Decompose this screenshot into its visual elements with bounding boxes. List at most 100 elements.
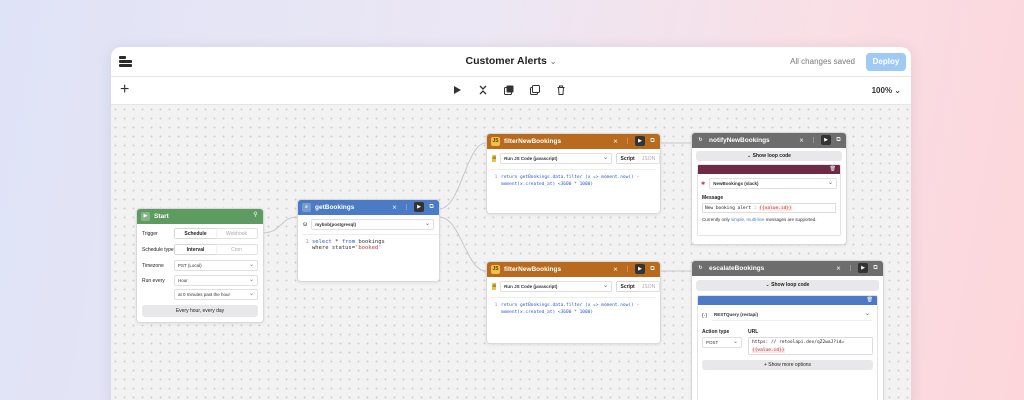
run-icon[interactable] (451, 83, 463, 95)
schedule-type-label: Schedule type (142, 246, 174, 253)
option-interval[interactable]: Interval (175, 245, 216, 254)
code-text: where status= (312, 245, 356, 251)
js-editor[interactable]: 1 return getBookings.data.filter (x => mo… (491, 169, 656, 188)
action-type-select[interactable]: POST (702, 337, 742, 348)
toolbar: + 100% ⌄ (111, 77, 911, 105)
tab-json[interactable]: JSON (638, 154, 659, 163)
trash-icon[interactable]: 🗑 (867, 297, 873, 303)
show-loop-code-button[interactable]: ⌄ Show loop code (696, 280, 879, 291)
tab-webhook[interactable]: Webhook (216, 229, 257, 238)
collapse-icon[interactable]: ⨯ (390, 204, 399, 211)
add-block-icon[interactable]: + (120, 81, 129, 99)
run-every-select[interactable]: Hour (174, 275, 258, 286)
get-bookings-block[interactable]: ⌕ getBookings ⨯⋮▶⧉ ⛁ mybnb(postgresql) 1… (297, 199, 440, 282)
timezone-select[interactable]: PST (Local) (174, 260, 258, 271)
minutes-select[interactable]: at 0 minutes past the hour (174, 289, 258, 300)
more-icon[interactable]: ⋮ (809, 137, 818, 144)
more-icon[interactable]: ⋮ (402, 204, 411, 211)
search-icon: ⌕ (302, 203, 311, 212)
expand-icon[interactable]: ⧉ (871, 265, 880, 272)
run-icon[interactable]: ▶ (635, 136, 645, 146)
resource-select[interactable]: mybnb(postgresql) (311, 219, 434, 230)
more-icon[interactable]: ⋮ (623, 266, 632, 273)
run-icon[interactable]: ▶ (635, 264, 645, 274)
workflow-canvas[interactable]: ▶ Start ⚲ Trigger Schedule Webhook Schedu… (111, 105, 911, 400)
js-icon: JS (492, 283, 497, 290)
sql-editor[interactable]: 1 select * from bookings where status='bo… (302, 234, 439, 281)
code-string: 'booked' (355, 245, 382, 251)
tab-script[interactable]: Script (617, 154, 639, 163)
zoom-level: 100% (871, 86, 893, 95)
note-text: Currently only (702, 217, 732, 222)
top-bar: Customer Alerts ⌄ All changes saved Deplo… (111, 47, 911, 77)
run-icon[interactable]: ▶ (414, 202, 424, 212)
expand-icon[interactable]: ⧉ (427, 204, 436, 211)
run-icon[interactable]: ▶ (821, 135, 831, 145)
expand-icon[interactable]: ⧉ (834, 137, 843, 144)
url-label: URL (748, 329, 759, 335)
note-text: messages are supported. (764, 217, 817, 222)
action-select[interactable]: Run JS Code (javascript) (500, 281, 613, 292)
js-editor[interactable]: 1 return getBookings.data.filter (x => mo… (491, 297, 656, 316)
run-icon[interactable]: ▶ (858, 263, 868, 273)
show-more-options-button[interactable]: + Show more options (702, 360, 873, 370)
pin-icon[interactable]: ⚲ (251, 211, 260, 218)
action-type-label: Action type (702, 329, 730, 335)
code-text: return getBookings.data.filter (x => mom… (501, 175, 640, 187)
url-variable: {{value.id}} (752, 348, 785, 353)
tab-script[interactable]: Script (617, 282, 639, 291)
escalate-header[interactable]: ↻ escalateBookings ⨯ ⋮ ▶ ⧉ (692, 261, 883, 276)
more-icon[interactable]: ⋮ (846, 265, 855, 272)
slack-sub-block[interactable]: 🗑 ✱ NewBookings (slack) Message New book… (697, 164, 841, 236)
deploy-button[interactable]: Deploy (866, 53, 906, 71)
filter-header[interactable]: JS filterNewBookings ⨯ ⋮ ▶ ⧉ (487, 262, 660, 277)
escalate-bookings-block[interactable]: ↻ escalateBookings ⨯ ⋮ ▶ ⧉ ⌄ Show loop code… (691, 260, 884, 400)
loop-icon: ↻ (698, 265, 703, 271)
message-text: New booking alert : (705, 206, 760, 211)
collapse-icon[interactable]: ⨯ (834, 265, 843, 272)
rest-sub-block[interactable]: 🗑 {·} RESTQuery (restapi) Action type PO… (697, 295, 878, 400)
duplicate-icon[interactable] (503, 83, 515, 95)
api-icon: {·} (702, 312, 708, 319)
expand-icon[interactable]: ⧉ (648, 266, 657, 273)
note-link[interactable]: simple, multi-line (731, 217, 765, 222)
filter-new-bookings-block-2[interactable]: JS filterNewBookings ⨯ ⋮ ▶ ⧉ JS Run JS Code… (486, 261, 661, 344)
rest-sub-header: 🗑 (698, 296, 877, 305)
start-header[interactable]: ▶ Start ⚲ (137, 209, 263, 224)
more-icon[interactable]: ⋮ (623, 138, 632, 145)
notify-new-bookings-block[interactable]: ↻ notifyNewBookings ⨯ ⋮ ▶ ⧉ ⌄ Show loop cod… (691, 132, 847, 245)
delete-icon[interactable] (555, 83, 567, 95)
filter-header[interactable]: JS filterNewBookings ⨯ ⋮ ▶ ⧉ (487, 134, 660, 149)
app-window: Customer Alerts ⌄ All changes saved Deplo… (111, 47, 911, 400)
filter-new-bookings-block-1[interactable]: JS filterNewBookings ⨯ ⋮ ▶ ⧉ JS Run JS Code… (486, 133, 661, 214)
option-cron[interactable]: Cron (216, 245, 257, 254)
chevron-down-icon: ⌄ (549, 57, 557, 66)
collapse-icon[interactable]: ⨯ (611, 266, 620, 273)
get-bookings-header[interactable]: ⌕ getBookings ⨯ ⋮ ▶ ⧉ (298, 200, 439, 215)
action-select[interactable]: Run JS Code (javascript) (500, 153, 613, 164)
database-icon: ⛁ (303, 221, 308, 228)
slack-resource-select[interactable]: NewBookings (slack) (709, 178, 837, 189)
show-loop-code-button[interactable]: ⌄ Show loop code (696, 151, 842, 161)
message-input[interactable]: New booking alert : {{value.id}} (702, 203, 836, 213)
tab-schedule[interactable]: Schedule (175, 229, 216, 238)
tab-json[interactable]: JSON (638, 282, 659, 291)
message-label: Message (702, 195, 724, 201)
notify-header[interactable]: ↻ notifyNewBookings ⨯ ⋮ ▶ ⧉ (692, 133, 846, 148)
collapse-icon[interactable] (477, 83, 489, 95)
js-icon: JS (492, 155, 497, 162)
expand-icon[interactable]: ⧉ (648, 138, 657, 145)
collapse-icon[interactable]: ⨯ (611, 138, 620, 145)
code-text: return getBookings.data.filter (x => mom… (501, 303, 640, 315)
trigger-label: Trigger (142, 230, 158, 237)
collapse-icon[interactable]: ⨯ (797, 137, 806, 144)
message-variable: {{value.id}} (759, 206, 792, 211)
workflow-title-text: Customer Alerts (465, 55, 547, 67)
chevron-down-icon: ⌄ (894, 86, 901, 95)
url-input[interactable]: https: // retoolapi.dev/qZ2waJ?id= {{valu… (748, 337, 873, 355)
rest-resource-select[interactable]: RESTQuery (restapi) (711, 309, 873, 321)
trash-icon[interactable]: 🗑 (830, 166, 836, 172)
zoom-control[interactable]: 100% ⌄ (872, 86, 901, 95)
start-block[interactable]: ▶ Start ⚲ Trigger Schedule Webhook Schedu… (136, 208, 264, 323)
copy-icon[interactable] (529, 83, 541, 95)
